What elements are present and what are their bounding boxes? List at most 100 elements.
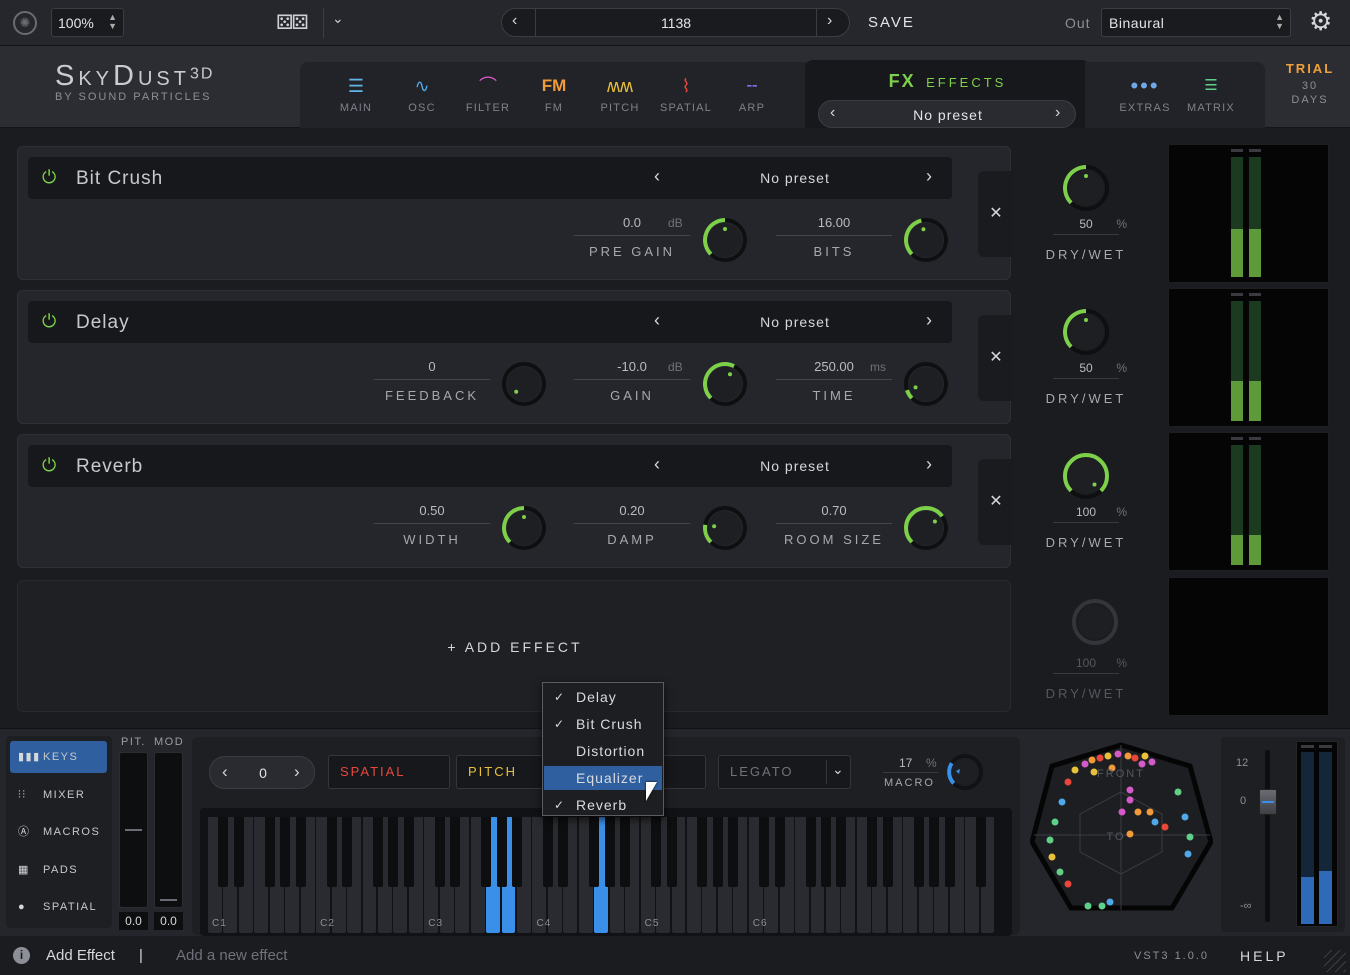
tab-fm[interactable]: FM FM [523,74,585,114]
param-knob-damp[interactable] [701,504,749,552]
next-preset-button[interactable]: › [926,310,932,331]
param-value[interactable]: 0 [374,359,490,380]
black-key[interactable] [403,817,414,887]
resize-handle-icon[interactable] [1324,950,1346,972]
param-knob-room-size[interactable] [902,504,950,552]
black-key[interactable] [821,817,831,887]
dry-wet-value[interactable]: 100 [1053,505,1119,519]
black-key[interactable] [975,817,986,887]
remove-effect-button[interactable]: ✕ [978,459,1014,545]
dry-wet-value[interactable]: 50 [1053,217,1119,231]
octave-down-button[interactable]: ‹ [222,762,228,782]
black-key[interactable] [697,817,708,887]
black-key[interactable] [867,817,878,887]
black-key[interactable] [882,817,893,887]
black-key[interactable] [496,817,507,887]
prev-patch-button[interactable]: ‹ [512,12,517,30]
power-icon[interactable]: ⏻ [42,167,56,188]
prev-preset-button[interactable]: ‹ [654,166,660,187]
side-nav-macros[interactable]: Ⓐ MACROS [10,816,107,848]
save-button[interactable]: SAVE [868,14,915,31]
black-key[interactable] [233,817,244,887]
output-select[interactable]: Binaural ▲ ▼ [1101,8,1291,37]
pitch-wheel-handle[interactable] [125,829,142,831]
randomize-dice-icon[interactable]: ⚄⚄ [276,10,309,35]
param-knob-gain[interactable] [701,360,749,408]
help-button[interactable]: HELP [1240,948,1289,964]
logo-icon[interactable]: ✺ [13,11,37,35]
black-key[interactable] [929,817,940,887]
macro-knob[interactable] [945,752,985,792]
black-key[interactable] [450,817,461,887]
param-knob-pre-gain[interactable] [701,216,749,264]
preset-name[interactable]: No preset [678,314,912,330]
black-key[interactable] [651,817,662,887]
black-key[interactable] [326,817,337,887]
pitch-wheel[interactable] [119,752,148,908]
remove-effect-button[interactable]: ✕ [978,315,1014,401]
add-effect-slot[interactable]: + ADD EFFECT [17,580,1011,712]
patch-number[interactable]: 1138 [536,15,816,31]
menu-item-reverb[interactable]: ✓ Reverb [544,793,662,817]
fx-next-preset-button[interactable]: › [1055,104,1060,122]
octave-value[interactable]: 0 [240,765,286,781]
dry-wet-knob[interactable] [1061,307,1111,357]
param-value[interactable]: 0.50 [374,503,490,524]
black-key[interactable] [295,817,306,887]
black-key[interactable] [913,817,924,887]
black-key[interactable] [558,817,569,887]
black-key[interactable] [604,817,615,887]
menu-item-equalizer[interactable]: Equalizer [544,766,662,790]
volume-fader-handle[interactable] [1259,789,1277,815]
black-key[interactable] [620,817,631,887]
side-nav-keys[interactable]: ▮▮▮ KEYS [10,741,107,773]
black-key[interactable] [944,817,955,887]
preset-name[interactable]: No preset [678,170,912,186]
black-key[interactable] [666,817,677,887]
tab-osc[interactable]: ∿ OSC [391,74,453,114]
remove-effect-button[interactable]: ✕ [978,171,1014,257]
zoom-select[interactable]: 100% ▲ ▼ [51,8,124,37]
side-nav-spatial[interactable]: ● SPATIAL [10,891,107,923]
fx-prev-preset-button[interactable]: ‹ [830,104,835,122]
black-key[interactable] [712,817,723,887]
tab-pitch[interactable]: ʍʍ PITCH [589,74,651,114]
black-key[interactable] [342,817,353,887]
black-key[interactable] [512,817,522,887]
tab-filter[interactable]: ⌒ FILTER [457,74,519,114]
tab-extras[interactable]: ••• EXTRAS [1114,74,1176,115]
black-key[interactable] [759,817,770,887]
black-key[interactable] [280,817,291,887]
next-patch-button[interactable]: › [827,12,832,30]
volume-fader-track[interactable] [1265,750,1270,922]
legato-select[interactable]: LEGATO ⌄ [718,755,851,789]
tab-arp[interactable]: ╌ ARP [721,74,783,114]
tab-matrix[interactable]: ☰ MATRIX [1180,74,1242,114]
fx-title[interactable]: FX EFFECTS [805,71,1090,92]
dry-wet-knob[interactable] [1061,163,1111,213]
tab-main[interactable]: ☰ MAIN [325,74,387,114]
dry-wet-knob[interactable] [1061,451,1111,501]
macro-value-field[interactable]: 17 % [883,755,938,773]
black-key[interactable] [542,817,553,887]
param-knob-time[interactable] [902,360,950,408]
power-icon[interactable]: ⏻ [42,311,56,332]
fx-preset-name[interactable]: No preset [849,107,1047,123]
black-key[interactable] [481,817,492,887]
black-key[interactable] [218,817,229,887]
param-value[interactable]: 0.70 [776,503,892,524]
black-key[interactable] [434,817,445,887]
spatial-view[interactable]: FRONT TO [1030,742,1213,916]
black-key[interactable] [805,817,816,887]
dry-wet-value[interactable]: 50 [1053,361,1119,375]
octave-up-button[interactable]: › [294,762,300,782]
black-key[interactable] [372,817,383,887]
next-preset-button[interactable]: › [926,454,932,475]
param-knob-feedback[interactable] [500,360,548,408]
black-key[interactable] [836,817,847,887]
empty-dry-wet-knob[interactable] [1070,597,1120,647]
power-icon[interactable]: ⏻ [42,455,56,476]
spatial-mode-button[interactable]: SPATIAL [328,755,450,789]
settings-gear-icon[interactable]: ⚙ [1309,6,1332,36]
black-key[interactable] [589,817,600,887]
